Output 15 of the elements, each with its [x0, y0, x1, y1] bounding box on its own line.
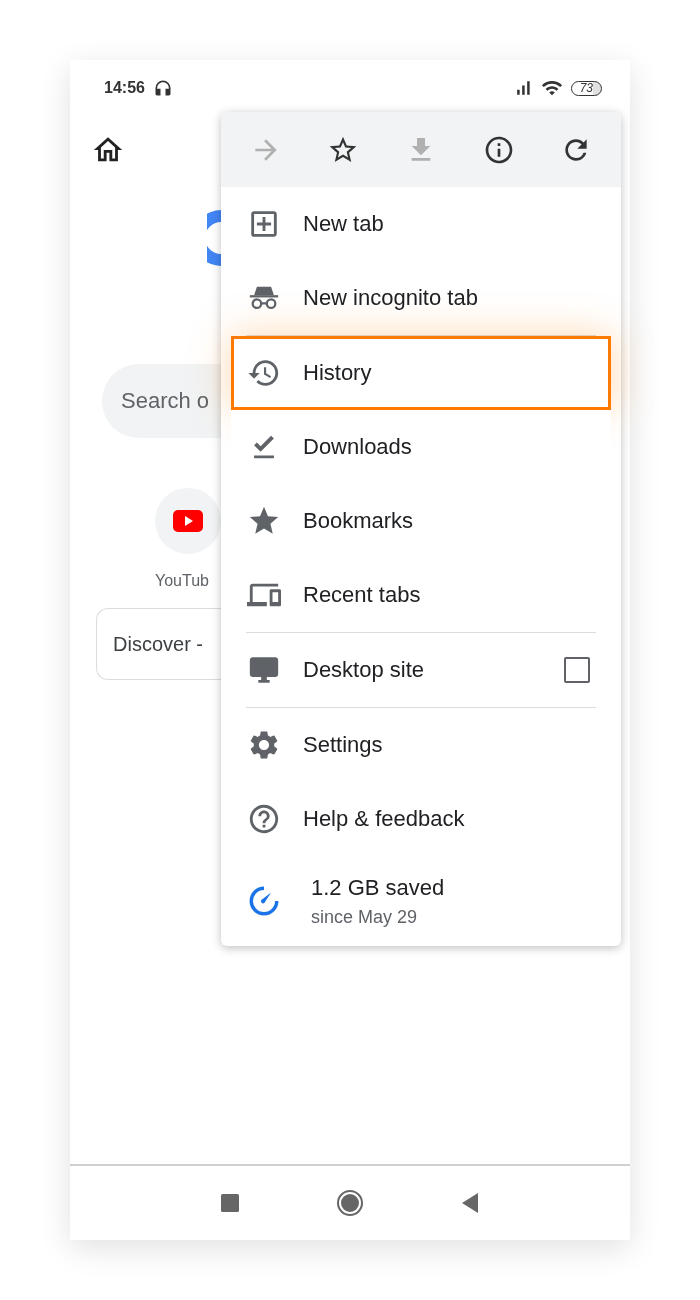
checkbox[interactable]: [564, 657, 590, 683]
help-icon: [247, 802, 281, 836]
back-icon[interactable]: [460, 1192, 480, 1214]
logo-drawing: [207, 208, 221, 268]
search-field[interactable]: Search o: [102, 364, 221, 438]
play-icon: [173, 510, 203, 532]
menu-item[interactable]: History: [231, 336, 611, 410]
status-time: 14:56: [104, 79, 145, 97]
saved-since: since May 29: [311, 906, 419, 928]
circle-icon[interactable]: [336, 1189, 364, 1217]
saved-amount: 1.2 GB saved: [311, 874, 446, 901]
gauge-icon: [247, 884, 281, 918]
shortcut-label: YouTub: [155, 572, 209, 590]
square-icon[interactable]: [220, 1193, 240, 1213]
battery-indicator: 73: [570, 80, 602, 96]
